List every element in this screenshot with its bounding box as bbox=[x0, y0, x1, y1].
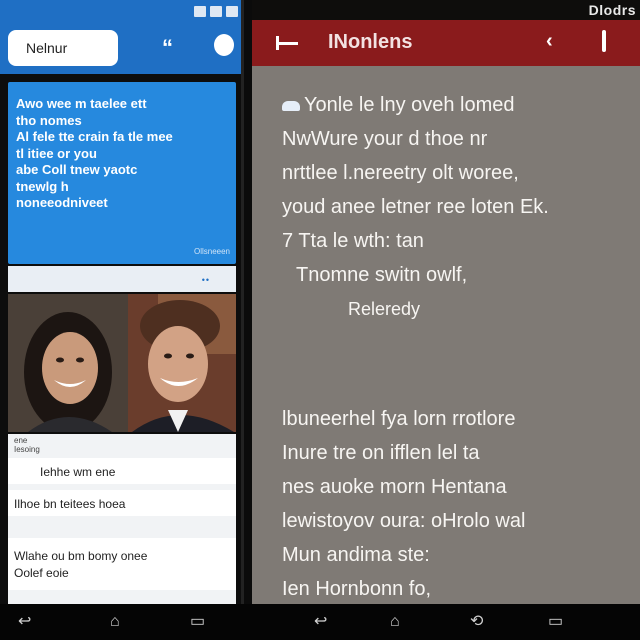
status-text: Dlodrs bbox=[588, 2, 636, 18]
chevron-left-icon[interactable]: ‹ bbox=[546, 30, 553, 53]
body-line: Ien Hornbonn fo, bbox=[282, 578, 431, 600]
profile-icon[interactable] bbox=[214, 34, 234, 56]
more-dots-icon[interactable]: •• bbox=[202, 275, 210, 285]
status-icons bbox=[194, 6, 238, 17]
list-item-line: Wlahe ou bm bomy onee bbox=[14, 549, 148, 563]
list-item-line: Oolef eoie bbox=[14, 566, 69, 580]
card-line: noneeodniveet bbox=[16, 195, 108, 210]
photo-illustration bbox=[8, 294, 236, 432]
back-arrow-icon[interactable] bbox=[276, 32, 298, 54]
back-icon[interactable]: ↩ bbox=[18, 614, 31, 630]
back-icon[interactable]: ↩ bbox=[314, 614, 327, 630]
recents-icon[interactable]: ▭ bbox=[190, 614, 205, 630]
battery-icon bbox=[226, 6, 238, 17]
bubble-icon bbox=[282, 100, 300, 111]
message-body-bottom: lbuneerhel fya lorn rrotlore Inure tre o… bbox=[282, 402, 632, 604]
home-icon[interactable]: ⌂ bbox=[110, 614, 120, 630]
body-line: nes auoke morn Hentana bbox=[282, 476, 507, 498]
left-status-bar bbox=[0, 0, 241, 22]
body-line: Inure tre on ifflen lel ta bbox=[282, 442, 480, 464]
list-label: Iesoing bbox=[14, 445, 40, 454]
rotate-icon[interactable]: ⟲ bbox=[470, 614, 483, 630]
list-item[interactable]: Iehhe wm ene bbox=[8, 458, 236, 484]
body-line: Yonle le lny oveh lomed bbox=[282, 88, 632, 122]
message-card[interactable]: Awo wee m taelee ett tho nomes Al fele t… bbox=[8, 82, 236, 264]
body-line: NwWure your d thoe nr bbox=[282, 128, 488, 150]
list-item[interactable]: Wlahe ou bm bomy onee Oolef eoie bbox=[8, 538, 236, 590]
list-item[interactable]: Ilhoe bn teitees hoea bbox=[8, 490, 236, 516]
message-body-top: Yonle le lny oveh lomed NwWure your d th… bbox=[282, 88, 632, 326]
body-line: Mun andima ste: bbox=[282, 544, 430, 566]
list-label: ene bbox=[14, 436, 28, 445]
system-navigation-bar: ↩ ⌂ ▭ ↩ ⌂ ⟲ ▭ bbox=[0, 604, 640, 640]
body-line: Releredy bbox=[348, 299, 421, 319]
body-line: lbuneerhel fya lorn rrotlore bbox=[282, 408, 516, 430]
body-line: youd anee letner ree loten Ek. bbox=[282, 196, 549, 218]
card-footer-strip: •• bbox=[8, 266, 236, 292]
card-line: tho nomes bbox=[16, 112, 82, 128]
body-text: Yonle le lny oveh lomed bbox=[304, 94, 515, 116]
card-meta: Ollsneeen bbox=[193, 247, 230, 256]
search-input[interactable]: Nelnur bbox=[8, 30, 118, 66]
contact-photo[interactable] bbox=[8, 294, 236, 432]
recents-icon[interactable]: ▭ bbox=[548, 614, 563, 630]
body-line: 7 Tta le wth: tan bbox=[282, 230, 424, 252]
card-line: Awo wee m taelee ett bbox=[16, 96, 147, 111]
contact-list: ene Iesoing Iehhe wm ene Ilhoe bn teitee… bbox=[8, 434, 236, 604]
right-app-header: INonlens ‹ bbox=[252, 20, 640, 66]
card-line: abe Coll tnew yaotc bbox=[16, 162, 138, 177]
wifi-icon bbox=[210, 6, 222, 17]
body-line: Tnomne switn owlf, bbox=[296, 264, 468, 286]
card-line: tnewlg h bbox=[16, 178, 69, 194]
card-line: Al fele tte crain fa tle mee bbox=[16, 129, 173, 144]
page-title: INonlens bbox=[328, 31, 413, 53]
body-line: nrttlee l.nereetry olt woree, bbox=[282, 162, 519, 184]
quote-icon[interactable]: “ bbox=[162, 37, 173, 59]
right-phone-screen: Dlodrs INonlens ‹ Yonle le lny oveh lome… bbox=[252, 0, 640, 604]
home-icon[interactable]: ⌂ bbox=[390, 614, 400, 630]
left-app-header: Nelnur “ bbox=[0, 22, 241, 74]
left-phone-screen: Nelnur “ Awo wee m taelee ett tho nomes … bbox=[0, 0, 244, 604]
body-line: lewistoyov oura: oHrolo wal bbox=[282, 510, 526, 532]
overflow-menu-icon[interactable] bbox=[602, 30, 606, 52]
right-status-bar: Dlodrs bbox=[252, 0, 640, 20]
card-line: tl itiee or you bbox=[16, 145, 97, 161]
signal-icon bbox=[194, 6, 206, 17]
